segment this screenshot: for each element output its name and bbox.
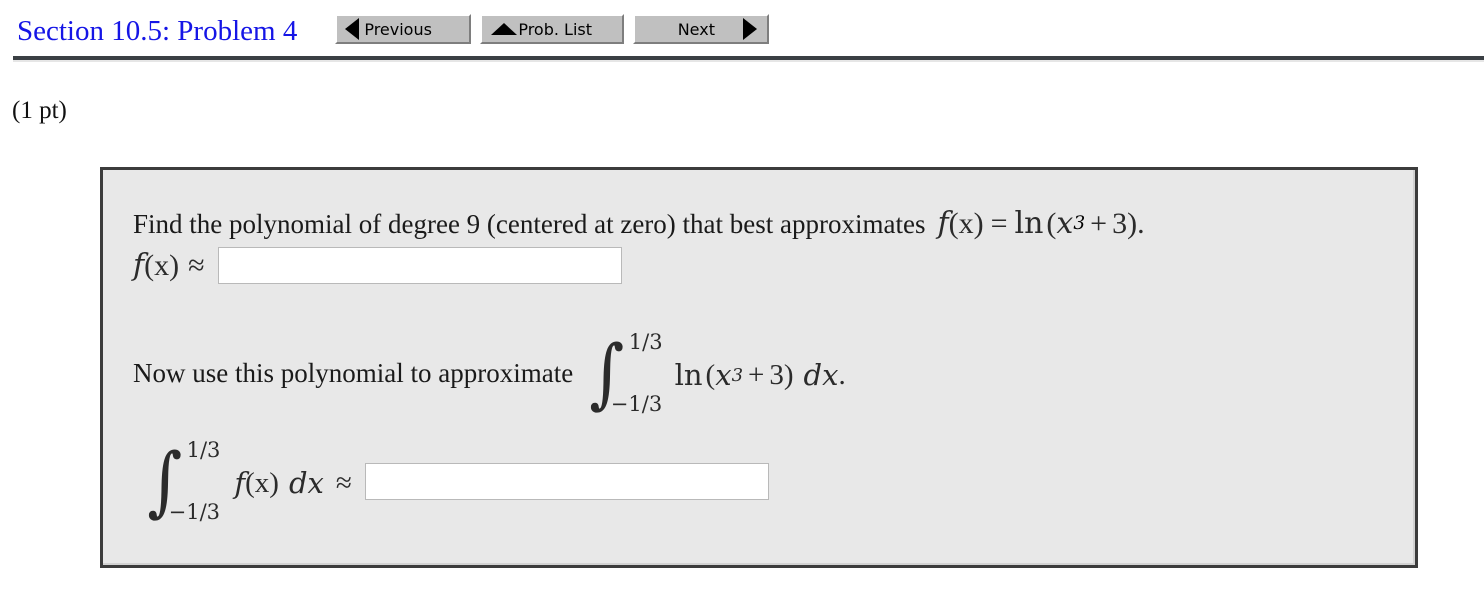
formula-close-paren: )	[1127, 206, 1138, 240]
navigation-button-group: Previous Prob. List Next	[335, 14, 770, 44]
formula-f: f	[937, 206, 949, 241]
formula-plus: +	[1090, 206, 1108, 240]
approx-symbol-2: ≈	[335, 466, 352, 499]
triangle-up-icon	[491, 23, 518, 35]
points-label: (1 pt)	[12, 97, 67, 124]
integrand2-f-arg: (x)	[245, 466, 279, 499]
integral-upper-limit-2: 1/3	[186, 438, 221, 462]
integrand-exponent: 3	[731, 364, 744, 386]
formula-base: x	[1056, 206, 1074, 241]
second-prompt-text: Now use this polynomial to approximate	[133, 357, 574, 388]
previous-button[interactable]: Previous	[335, 14, 472, 44]
page-header: Section 10.5: Problem 4 Previous Prob. L…	[0, 0, 1484, 56]
formula-f-arg: (x)	[948, 206, 984, 240]
triangle-left-icon	[345, 18, 360, 40]
integrand-close-paren: )	[783, 358, 794, 391]
integral-upper-limit: 1/3	[628, 330, 663, 354]
second-instruction-line: Now use this polynomial to approximate ∫…	[133, 330, 1385, 416]
problem-prompt-text: Find the polynomial of degree 9 (centere…	[133, 209, 926, 239]
next-button-label: Next	[677, 19, 715, 39]
integral-expression-2: ∫ 1/3 −1/3	[145, 438, 220, 524]
integrand-ln: ln	[674, 358, 703, 392]
formula-period: .	[1137, 206, 1145, 240]
formula-open-paren: (	[1046, 206, 1057, 240]
integral-expression-1: ∫ 1/3 −1/3	[587, 327, 663, 417]
formula-const: 3	[1112, 206, 1128, 240]
integral-answer-input[interactable]	[364, 462, 769, 500]
function-definition-formula: f (x) = ln(x 3 +3).	[937, 206, 1144, 241]
header-divider-shadow	[13, 60, 1484, 62]
answer-line-1: f (x) ≈	[133, 247, 1385, 284]
integral-sign-icon: ∫	[589, 327, 625, 417]
answer-line-2: ∫ 1/3 −1/3 f (x) dx ≈	[145, 438, 1385, 524]
integrand-2: f (x) dx	[234, 462, 323, 500]
integrand-plus: +	[748, 358, 765, 391]
approx-lhs-formula: f (x) ≈	[133, 248, 205, 283]
previous-button-label: Previous	[364, 19, 432, 39]
integrand2-f: f	[234, 466, 246, 500]
integrand-differential: dx	[803, 358, 839, 392]
approx-symbol: ≈	[188, 248, 205, 282]
approx-f: f	[133, 248, 145, 283]
problem-statement-line: Find the polynomial of degree 9 (centere…	[133, 206, 1385, 241]
prob-list-button[interactable]: Prob. List	[480, 14, 625, 44]
formula-ln: ln	[1014, 206, 1044, 241]
integrand-const: 3	[769, 358, 784, 391]
page-title: Section 10.5: Problem 4	[17, 14, 298, 47]
prob-list-button-label: Prob. List	[518, 19, 593, 39]
integrand-1: ln(x 3 +3) dx.	[675, 354, 846, 392]
formula-equals: =	[990, 206, 1008, 240]
triangle-right-icon	[743, 18, 758, 40]
polynomial-answer-input[interactable]	[217, 247, 622, 284]
formula-exponent: 3	[1073, 213, 1086, 234]
next-button[interactable]: Next	[633, 14, 770, 44]
integrand2-differential: dx	[288, 466, 324, 500]
approx-f-arg: (x)	[144, 248, 180, 282]
integrand-open-paren: (	[705, 358, 716, 391]
problem-box: Find the polynomial of degree 9 (centere…	[100, 167, 1418, 568]
integral-sign-icon-2: ∫	[147, 435, 183, 525]
integrand-period: .	[838, 358, 846, 391]
problem-content: Find the polynomial of degree 9 (centere…	[103, 170, 1415, 524]
integrand-base: x	[715, 358, 732, 392]
